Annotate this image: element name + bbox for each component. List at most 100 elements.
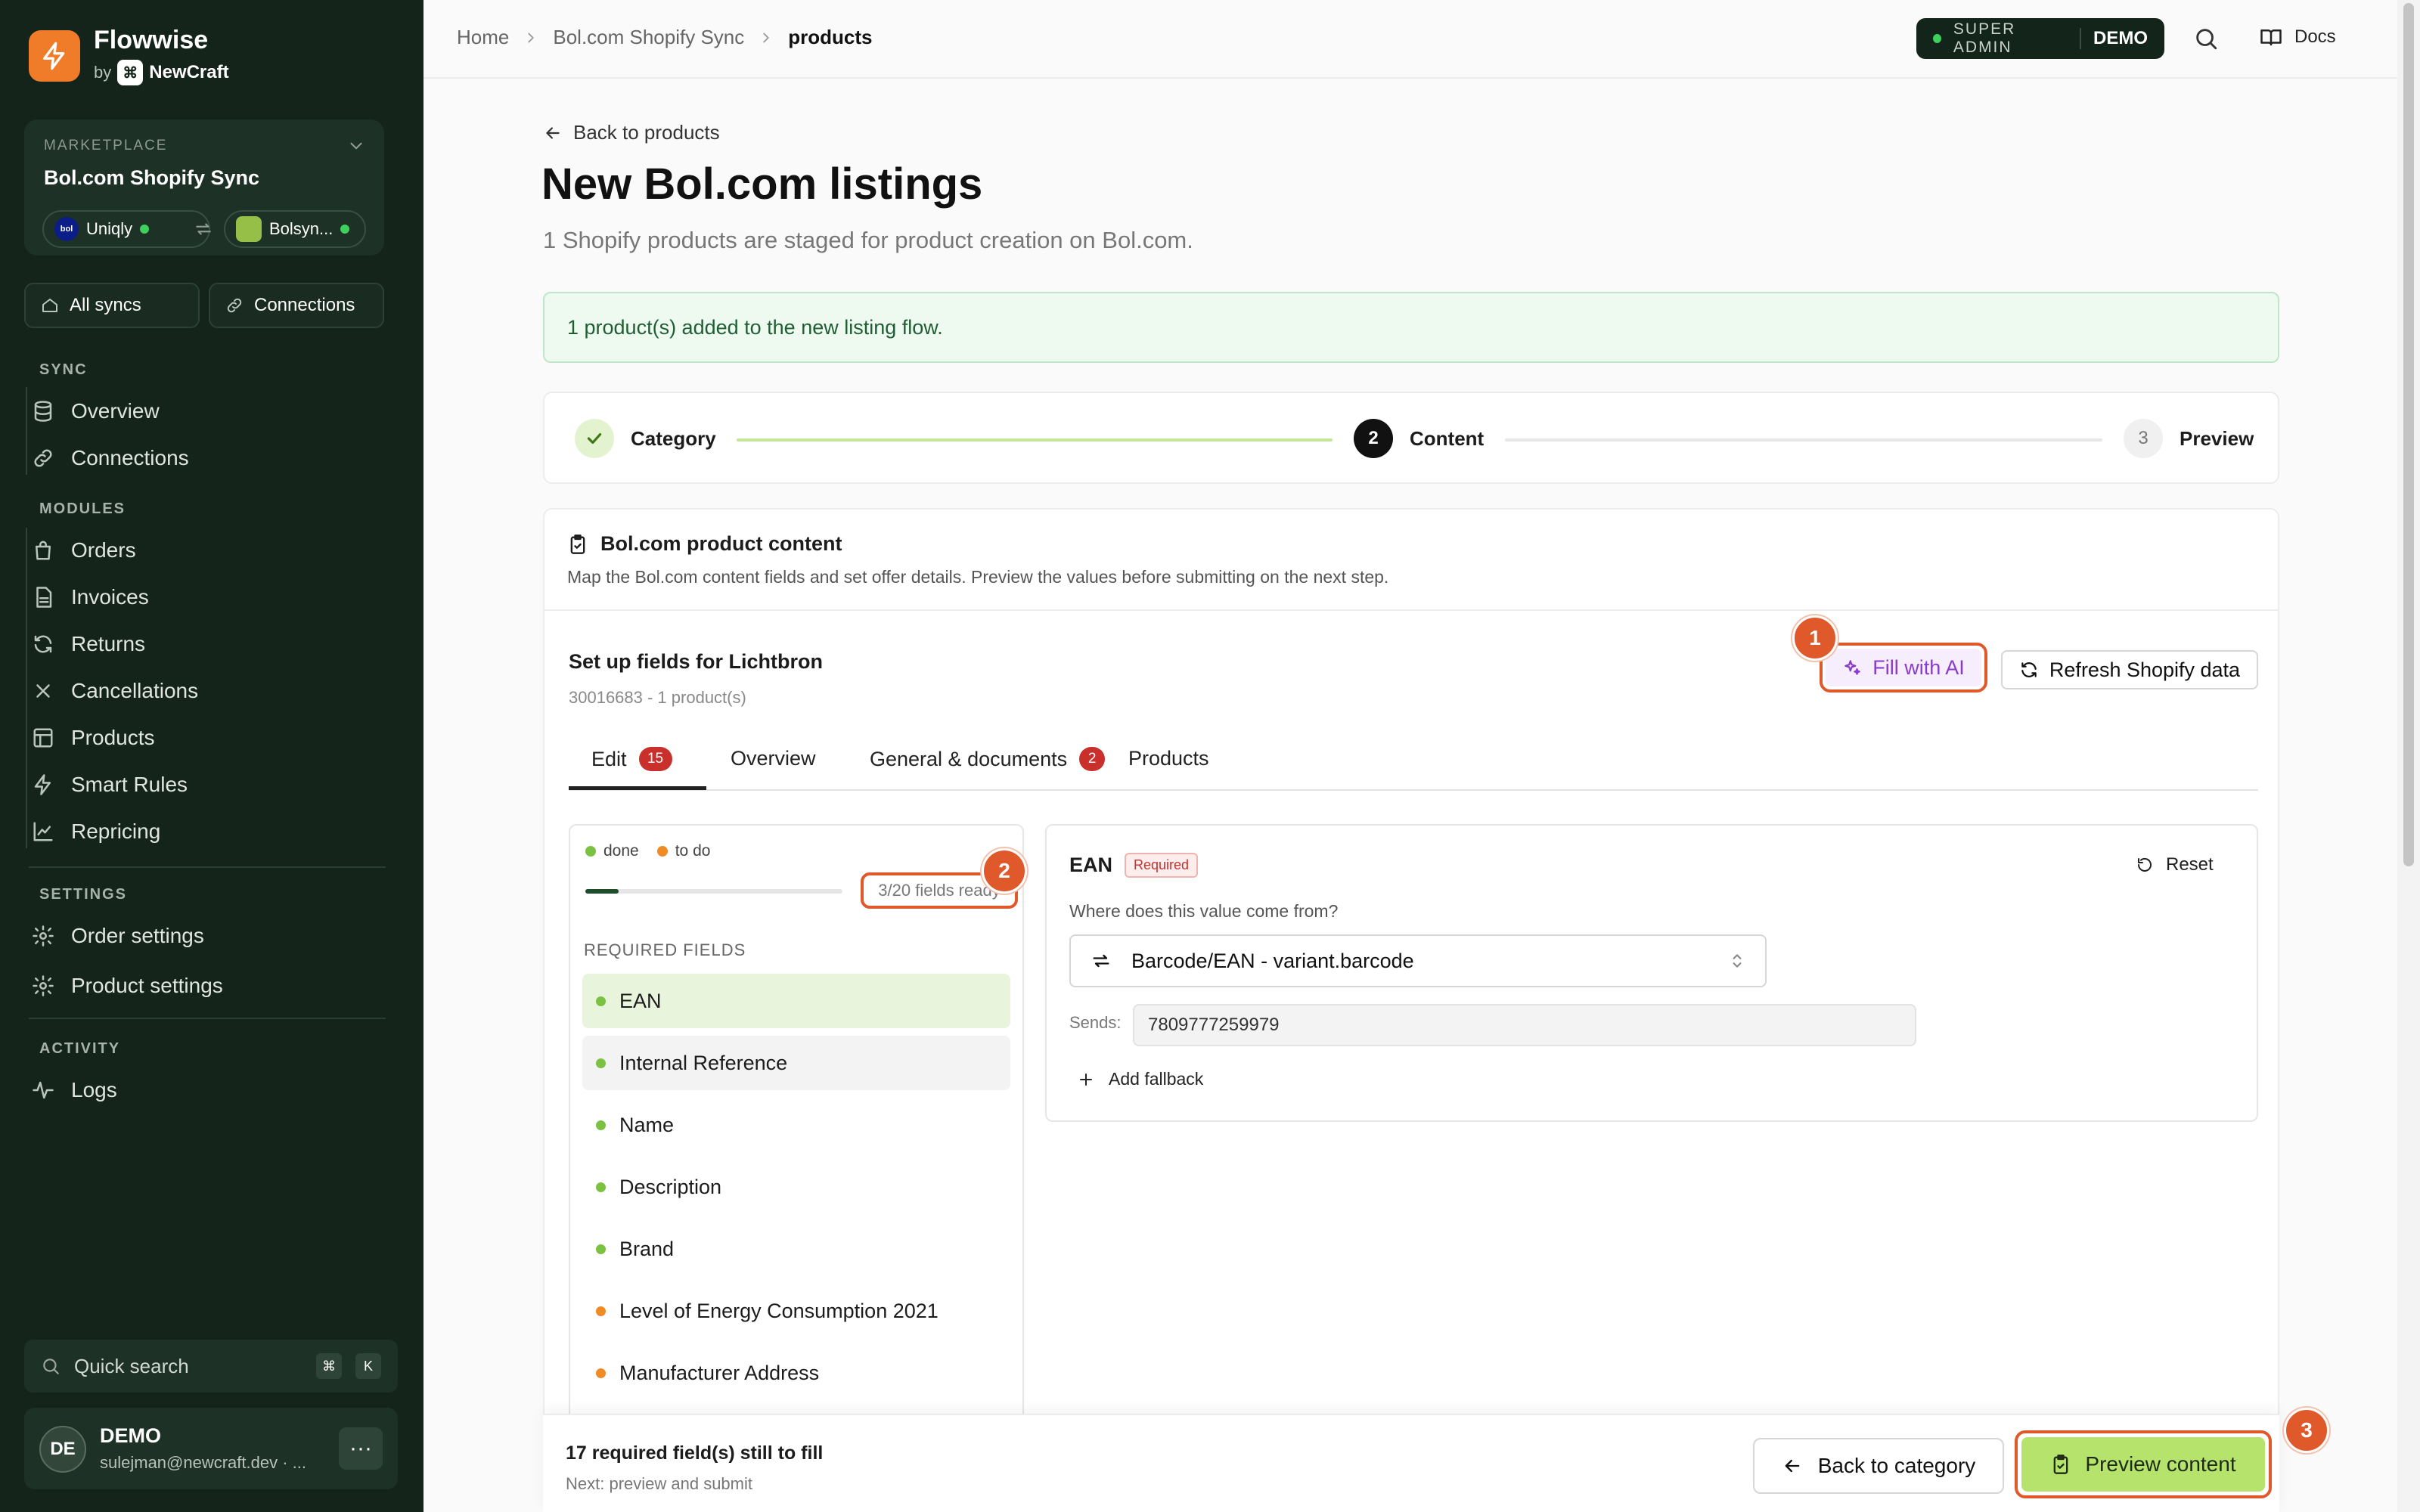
link-icon <box>227 298 242 313</box>
nav-products[interactable]: Products <box>32 717 155 759</box>
nav-orders[interactable]: Orders <box>32 529 136 572</box>
content-card: Bol.com product content Map the Bol.com … <box>543 508 2279 1512</box>
status-dot <box>1933 34 1941 43</box>
link-icon <box>34 449 52 467</box>
nav-returns[interactable]: Returns <box>32 623 145 665</box>
progress-fill <box>585 889 619 894</box>
quick-search-label: Quick search <box>74 1354 189 1377</box>
target-connection-pill[interactable]: Bolsyn... <box>224 210 366 248</box>
sends-value: 7809777259979 <box>1133 1004 1916 1046</box>
tab-general-documents[interactable]: General & documents 2 <box>870 747 1106 771</box>
field-item[interactable]: Brand <box>582 1222 1010 1276</box>
section-modules: MODULES <box>39 500 126 517</box>
plus-icon <box>1080 1073 1092 1086</box>
breadcrumb-sync[interactable]: Bol.com Shopify Sync <box>553 26 744 49</box>
field-item[interactable]: EAN <box>582 974 1010 1028</box>
field-label: Name <box>619 1113 675 1136</box>
sidebar-divider <box>29 1018 386 1019</box>
main-content: Back to products New Bol.com listings 1 … <box>424 79 2397 1512</box>
nav-connections[interactable]: Connections <box>32 437 189 479</box>
nav-product-settings[interactable]: Product settings <box>32 965 223 1007</box>
breadcrumb-home[interactable]: Home <box>457 26 509 49</box>
top-bar: Home Bol.com Shopify Sync products SUPER… <box>424 0 2397 79</box>
nav-label: Product settings <box>71 974 223 997</box>
field-status-dot <box>596 1368 606 1378</box>
nav-logs[interactable]: Logs <box>32 1069 117 1111</box>
nav-smart-rules[interactable]: Smart Rules <box>32 764 188 806</box>
brand[interactable]: Flowwise by ⌘ NewCraft <box>29 26 229 85</box>
source-select[interactable]: Barcode/EAN - variant.barcode <box>1069 934 1767 987</box>
refresh-shopify-button[interactable]: Refresh Shopify data <box>2001 650 2258 689</box>
field-item[interactable]: Name <box>582 1098 1010 1152</box>
fill-with-ai-button[interactable]: Fill with AI <box>1820 643 1987 692</box>
fill-ai-label: Fill with AI <box>1872 655 1965 679</box>
active-tab-indicator <box>569 786 706 790</box>
field-item[interactable]: Internal Reference <box>582 1036 1010 1090</box>
page-scrollbar[interactable] <box>2397 0 2420 1512</box>
legend-done: done <box>603 842 639 860</box>
source-connection-pill[interactable]: bol Uniqly <box>42 210 210 248</box>
nav-invoices[interactable]: Invoices <box>32 576 149 618</box>
marketplace-card[interactable]: MARKETPLACE Bol.com Shopify Sync bol Uni… <box>24 119 384 256</box>
connections-button[interactable]: Connections <box>209 283 384 328</box>
field-item[interactable]: Level of Energy Consumption 2021 <box>582 1284 1010 1338</box>
nav-order-settings[interactable]: Order settings <box>32 915 204 957</box>
arrow-left-icon <box>546 126 560 139</box>
status-dot <box>340 225 350 234</box>
file-text-icon <box>36 587 52 608</box>
section-activity: ACTIVITY <box>39 1040 121 1057</box>
add-fallback-button[interactable]: Add fallback <box>1077 1069 1203 1089</box>
source-name: Uniqly <box>86 219 133 238</box>
marketplace-label: MARKETPLACE <box>44 138 168 153</box>
fields-panel: done to do 3/20 fields ready REQUIRED FI… <box>569 824 1024 1510</box>
gear-icon <box>33 975 54 996</box>
step-content[interactable]: 2 Content <box>1354 419 1484 458</box>
field-item[interactable]: Description <box>582 1160 1010 1214</box>
quick-search[interactable]: Quick search ⌘ K <box>24 1340 398 1393</box>
user-card[interactable]: DE DEMO sulejman@newcraft.dev · ... ··· <box>24 1408 398 1489</box>
arrow-left-icon <box>1785 1459 1800 1473</box>
lightning-icon <box>34 774 51 795</box>
flowwise-logo-icon <box>29 29 80 82</box>
tab-products[interactable]: Products <box>1128 747 1209 770</box>
docs-link[interactable]: Docs <box>2260 26 2336 48</box>
reset-button[interactable]: Reset <box>2136 854 2214 875</box>
card-description: Map the Bol.com content fields and set o… <box>567 567 1389 587</box>
nav-overview[interactable]: Overview <box>32 390 160 432</box>
source-value: Barcode/EAN - variant.barcode <box>1131 949 1414 972</box>
back-to-category-button[interactable]: Back to category <box>1753 1438 2004 1494</box>
step-preview[interactable]: 3 Preview <box>2124 419 2254 458</box>
preview-content-button[interactable]: Preview content <box>2015 1430 2272 1498</box>
nav-repricing[interactable]: Repricing <box>32 810 160 853</box>
add-fallback-label: Add fallback <box>1109 1069 1204 1089</box>
tab-bar: Edit 15 Overview General & documents 2 P… <box>569 736 2258 791</box>
nav-guide <box>26 387 27 475</box>
required-badge: Required <box>1125 853 1199 878</box>
chevron-down-icon[interactable] <box>346 136 366 156</box>
role-badge[interactable]: SUPER ADMIN DEMO <box>1916 18 2164 59</box>
nav-cancellations[interactable]: Cancellations <box>32 670 198 712</box>
scrollbar-thumb[interactable] <box>2403 3 2414 866</box>
field-label: Internal Reference <box>619 1051 788 1074</box>
env-label: DEMO <box>2093 28 2148 48</box>
tab-edit[interactable]: Edit 15 <box>591 747 672 771</box>
field-editor-title: EAN Required <box>1069 853 1199 878</box>
more-menu-button[interactable]: ··· <box>339 1427 383 1470</box>
chevron-right-icon <box>763 33 769 42</box>
field-item[interactable]: Manufacturer Address <box>582 1346 1010 1400</box>
all-syncs-button[interactable]: All syncs <box>24 283 200 328</box>
search-icon[interactable] <box>2193 26 2219 51</box>
newcraft-logo-icon: ⌘ <box>117 60 144 85</box>
brand-name: Flowwise <box>94 26 209 54</box>
close-icon <box>36 684 50 698</box>
back-to-products-link[interactable]: Back to products <box>543 121 720 144</box>
clipboard-check-icon <box>2054 1455 2068 1474</box>
reset-label: Reset <box>2166 854 2214 875</box>
required-fields-label: REQUIRED FIELDS <box>584 940 746 959</box>
step-category[interactable]: Category <box>575 419 716 458</box>
sends-label: Sends: <box>1069 1013 1122 1032</box>
tab-label: Edit <box>591 747 627 770</box>
field-status-dot <box>596 1120 606 1130</box>
brand-company: NewCraft <box>149 62 229 82</box>
tab-overview[interactable]: Overview <box>731 747 816 770</box>
